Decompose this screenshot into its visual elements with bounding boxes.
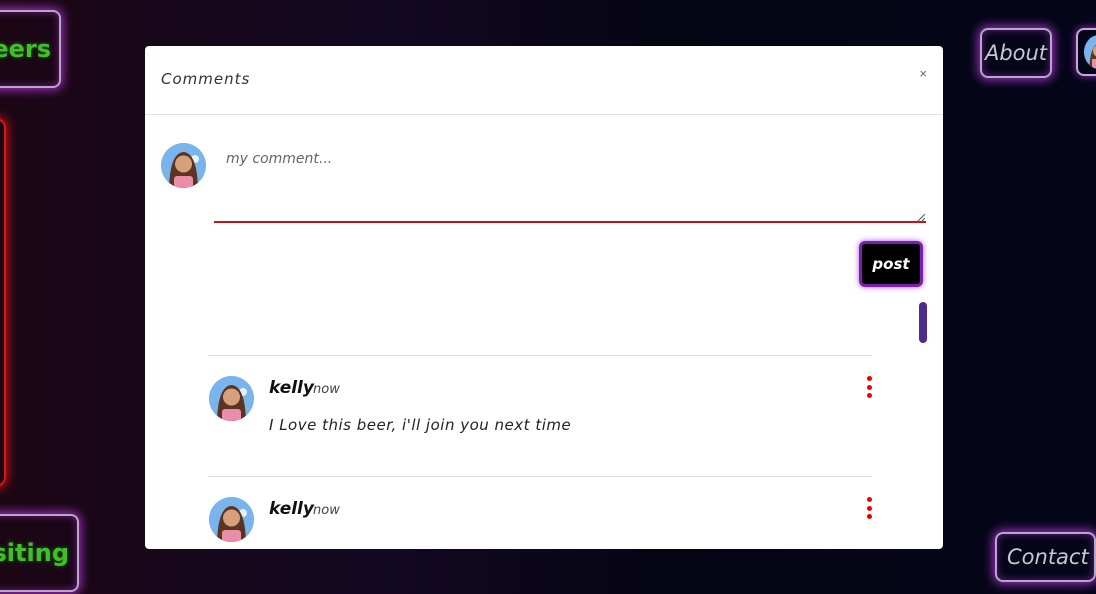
user-avatar: [209, 497, 254, 542]
comment-list: kelly now I Love this beer, i'll join yo…: [208, 355, 872, 549]
resize-handle-icon[interactable]: [917, 214, 925, 222]
nav-visiting-button[interactable]: isiting: [0, 514, 79, 592]
post-button[interactable]: post: [859, 241, 923, 287]
close-icon[interactable]: ×: [919, 66, 927, 81]
kebab-menu-icon[interactable]: [866, 376, 872, 398]
comment-username: kelly: [269, 378, 314, 398]
nav-beers-button[interactable]: eers: [0, 10, 61, 88]
scrollbar-thumb[interactable]: [919, 302, 927, 343]
comment-username: kelly: [269, 499, 314, 519]
modal-title: Comments: [161, 70, 251, 88]
kebab-menu-icon[interactable]: [866, 497, 872, 519]
nav-beers-label: eers: [0, 35, 51, 63]
comment-timestamp: now: [313, 503, 340, 518]
comment-text: I Love this beer, i'll join you next tim…: [269, 416, 572, 434]
profile-avatar-button[interactable]: [1076, 28, 1096, 76]
user-avatar: [209, 376, 254, 421]
comments-modal: Comments × post kelly now I Love this be…: [145, 46, 943, 549]
nav-contact-label: Contact: [1007, 545, 1089, 569]
modal-header: Comments ×: [145, 46, 943, 115]
nav-about-label: About: [984, 41, 1048, 65]
nav-visiting-label: isiting: [0, 539, 69, 567]
user-avatar: [161, 143, 206, 188]
side-panel: [0, 118, 6, 487]
comment-timestamp: now: [313, 382, 340, 397]
user-avatar: [1084, 35, 1096, 69]
nav-contact-button[interactable]: Contact: [995, 532, 1096, 582]
comment-item: kelly now: [208, 476, 872, 549]
nav-about-button[interactable]: About: [980, 28, 1052, 78]
comment-input[interactable]: [214, 143, 926, 223]
comment-item: kelly now I Love this beer, i'll join yo…: [208, 355, 872, 476]
